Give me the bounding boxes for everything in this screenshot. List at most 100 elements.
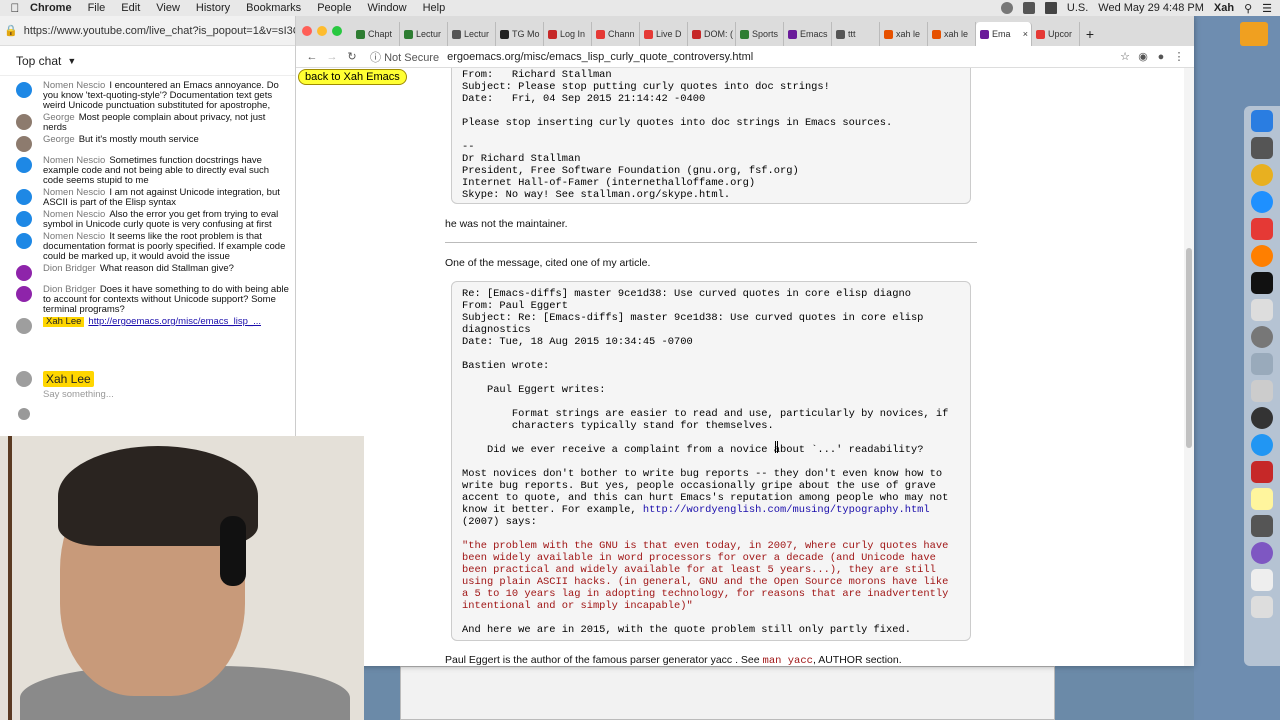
browser-tab[interactable]: Live D — [640, 22, 688, 46]
address-bar[interactable]: ⓘ Not Secure ergoemacs.org/misc/emacs_li… — [370, 49, 1116, 65]
safari-icon[interactable] — [1251, 191, 1273, 213]
forward-arrow-icon[interactable]: → — [322, 51, 342, 63]
close-window-icon[interactable] — [302, 26, 312, 36]
my-avatar — [16, 371, 32, 387]
menu-window[interactable]: Window — [367, 2, 406, 14]
firefox-icon[interactable] — [1251, 245, 1273, 267]
browser-tab[interactable]: Emacs — [784, 22, 832, 46]
chat-message[interactable]: Dion Bridger Does it have something to do… — [0, 284, 295, 316]
menu-history[interactable]: History — [196, 2, 230, 14]
chat-avatar — [16, 189, 32, 205]
back-arrow-icon[interactable]: ← — [302, 51, 322, 63]
trash-icon[interactable] — [1251, 596, 1273, 618]
browser-tab[interactable]: Lectur — [400, 22, 448, 46]
spotlight-icon[interactable]: ⚲ — [1244, 2, 1252, 15]
menu-view[interactable]: View — [156, 2, 180, 14]
chat-message-body: Nomen Nescio Sometimes function docstring… — [43, 156, 289, 186]
chat-message[interactable]: Nomen Nescio It seems like the root probl… — [0, 231, 295, 263]
chat-message[interactable]: Nomen Nescio I encountered an Emacs annoy… — [0, 80, 295, 112]
chat-avatar — [16, 82, 32, 98]
photo-icon[interactable] — [1251, 461, 1273, 483]
page-scrollbar[interactable] — [1184, 68, 1194, 666]
wordyenglish-link[interactable]: http://wordyenglish.com/musing/typograph… — [643, 504, 930, 516]
not-secure-label[interactable]: ⓘ Not Secure — [370, 49, 439, 65]
chat-message[interactable]: Dion Bridger What reason did Stallman giv… — [0, 263, 295, 284]
browser-icon[interactable] — [1251, 434, 1273, 456]
notification-center-icon[interactable]: ☰ — [1262, 2, 1272, 15]
tab-favicon-icon — [404, 29, 413, 39]
back-to-xah-emacs-button[interactable]: back to Xah Emacs — [298, 69, 407, 85]
menu-people[interactable]: People — [317, 2, 351, 14]
close-tab-icon[interactable]: × — [1023, 29, 1028, 39]
notes-icon[interactable] — [1251, 488, 1273, 510]
finder-icon[interactable] — [1251, 110, 1273, 132]
chat-message[interactable]: Nomen Nescio Also the error you get from … — [0, 209, 295, 231]
browser-tab[interactable]: Sports — [736, 22, 784, 46]
reload-icon[interactable]: ↻ — [342, 50, 362, 63]
chrome-icon[interactable] — [1251, 164, 1273, 186]
terminal-icon[interactable] — [1251, 272, 1273, 294]
browser-tab[interactable]: Chapt — [352, 22, 400, 46]
chat-message[interactable]: Xah Lee http://ergoemacs.org/misc/emacs_l… — [0, 316, 295, 337]
input-source[interactable]: U.S. — [1067, 2, 1088, 14]
chat-message[interactable]: Nomen Nescio Sometimes function docstring… — [0, 155, 295, 187]
browser-tab[interactable]: Lectur — [448, 22, 496, 46]
activity-icon[interactable] — [1251, 137, 1273, 159]
scrollbar-thumb[interactable] — [1186, 248, 1192, 448]
browser-tab[interactable]: Upcor — [1032, 22, 1080, 46]
desktop-folder-icon[interactable] — [1240, 22, 1268, 46]
emoji-icon[interactable] — [18, 408, 30, 420]
bookmark-star-icon[interactable]: ☆ — [1116, 50, 1134, 63]
chat-url-bar[interactable]: 🔒 https://www.youtube.com/live_chat?is_p… — [0, 16, 295, 46]
browser-tab[interactable]: Log In — [544, 22, 592, 46]
chrome-menu-icon[interactable]: ⋮ — [1170, 50, 1188, 63]
minimize-window-icon[interactable] — [317, 26, 327, 36]
obs-tray-icon[interactable] — [1000, 2, 1013, 14]
menu-user[interactable]: Xah — [1214, 2, 1234, 14]
menu-file[interactable]: File — [88, 2, 106, 14]
dark-app-icon[interactable] — [1251, 515, 1273, 537]
keyboard-icon[interactable] — [1251, 380, 1273, 402]
chat-input[interactable]: Xah Lee Say something... — [16, 370, 286, 400]
browser-tab[interactable]: Chann — [592, 22, 640, 46]
browser-tab[interactable]: DOM: ( — [688, 22, 736, 46]
brave-icon[interactable] — [1251, 218, 1273, 240]
menu-app-name[interactable]: Chrome — [30, 2, 72, 14]
browser-tab[interactable]: Ema × — [976, 22, 1032, 46]
maximize-window-icon[interactable] — [332, 26, 342, 36]
volume-icon[interactable] — [1044, 2, 1057, 14]
browser-tab[interactable]: TG Mo — [496, 22, 544, 46]
extension-icon[interactable]: ◉ — [1134, 50, 1152, 63]
menu-help[interactable]: Help — [423, 2, 446, 14]
chat-message-link[interactable]: http://ergoemacs.org/misc/emacs_lisp_... — [88, 317, 261, 327]
citation-note: One of the message, cited one of my arti… — [445, 257, 651, 269]
documents-icon[interactable] — [1251, 569, 1273, 591]
tab-label: Chann — [608, 29, 635, 39]
browser-tab[interactable]: xah le — [880, 22, 928, 46]
top-chat-dropdown[interactable]: Top chat — [16, 54, 61, 68]
menu-edit[interactable]: Edit — [121, 2, 140, 14]
obs-icon[interactable] — [1251, 407, 1273, 429]
monitor-icon[interactable] — [1251, 353, 1273, 375]
textedit-icon[interactable] — [1251, 299, 1273, 321]
settings-icon[interactable] — [1251, 326, 1273, 348]
chat-message-body: Nomen Nescio I encountered an Emacs annoy… — [43, 81, 289, 111]
emacs-icon[interactable] — [1251, 542, 1273, 564]
tab-label: Live D — [656, 29, 682, 39]
browser-tab[interactable]: ttt — [832, 22, 880, 46]
apple-menu-icon[interactable]:  — [0, 1, 30, 15]
new-tab-button[interactable]: + — [1080, 22, 1100, 46]
chat-message[interactable]: Nomen Nescio I am not against Unicode int… — [0, 187, 295, 209]
browser-tab[interactable]: xah le — [928, 22, 976, 46]
dropdown-caret-icon[interactable]: ▼ — [67, 56, 76, 66]
browser-toolbar: ← → ↻ ⓘ Not Secure ergoemacs.org/misc/em… — [296, 46, 1194, 68]
chat-message[interactable]: George Most people complain about privacy… — [0, 112, 295, 134]
menu-bookmarks[interactable]: Bookmarks — [246, 2, 301, 14]
menu-clock[interactable]: Wed May 29 4:48 PM — [1098, 2, 1204, 14]
chat-input-placeholder[interactable]: Say something... — [43, 389, 286, 400]
headset-icon — [220, 516, 246, 586]
profile-icon[interactable]: ● — [1152, 51, 1170, 63]
wifi-icon[interactable] — [1022, 2, 1035, 14]
chat-message[interactable]: George But it's mostly mouth service — [0, 134, 295, 155]
tab-favicon-icon — [1036, 29, 1045, 39]
